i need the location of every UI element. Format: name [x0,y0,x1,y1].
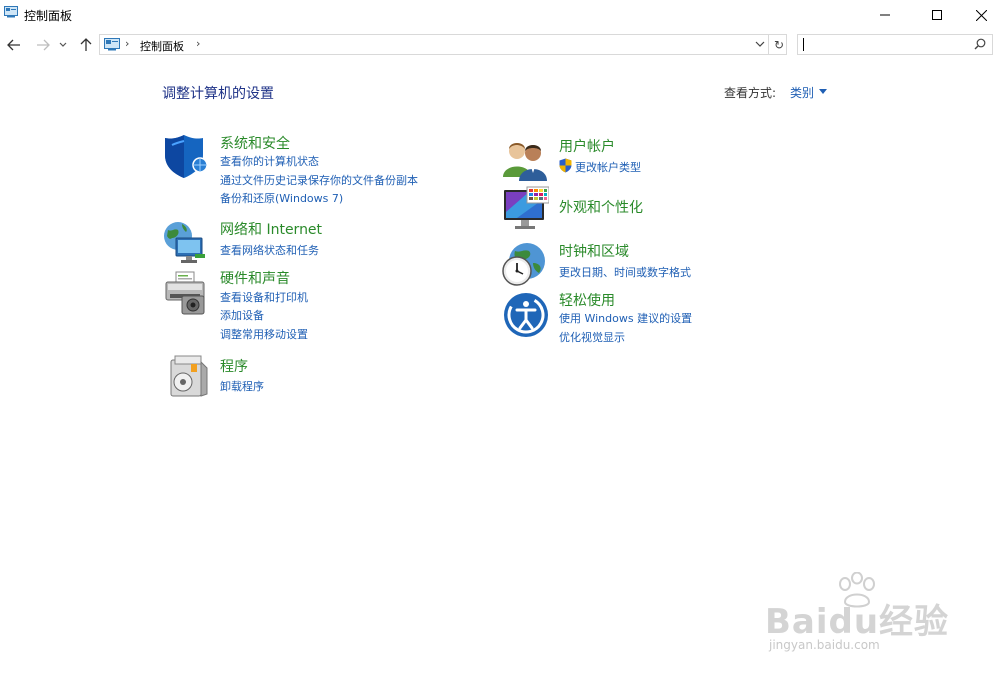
category-clock-region-title[interactable]: 时钟和区域 [559,241,629,261]
breadcrumb-separator-icon[interactable]: › [196,37,200,50]
title-bar: 控制面板 [0,0,1000,30]
link-change-date-time-format[interactable]: 更改日期、时间或数字格式 [559,264,691,280]
up-arrow-icon [80,38,92,51]
clock-globe-icon[interactable] [501,241,547,287]
search-input[interactable] [797,34,993,55]
refresh-icon: ↻ [773,37,785,52]
address-bar[interactable]: › 控制面板 › ↻ [99,34,787,55]
category-programs-title[interactable]: 程序 [220,356,248,376]
link-uninstall-program[interactable]: 卸载程序 [220,378,264,394]
network-globe-icon[interactable] [162,218,208,264]
address-dropdown-icon[interactable] [755,37,765,51]
printer-icon[interactable] [162,270,208,316]
control-panel-icon [4,6,18,18]
forward-arrow-icon [37,39,50,51]
users-icon[interactable] [503,137,549,183]
search-icon[interactable] [974,38,986,50]
breadcrumb-separator-icon: › [125,37,130,50]
link-file-history-backup[interactable]: 通过文件历史记录保存你的文件备份副本 [220,172,418,188]
maximize-button[interactable] [914,0,960,30]
shield-icon[interactable] [162,133,208,179]
recent-locations-button[interactable] [56,33,70,57]
navigation-bar: › 控制面板 › ↻ [0,33,1000,57]
programs-disc-icon[interactable] [165,354,211,400]
text-caret [803,38,804,51]
forward-button[interactable] [33,33,53,57]
minimize-icon [880,14,890,16]
link-add-device[interactable]: 添加设备 [220,307,264,323]
category-appearance-title[interactable]: 外观和个性化 [559,197,643,217]
category-system-security-title[interactable]: 系统和安全 [220,133,290,153]
watermark-brand: Baidu经验 [765,602,950,642]
link-change-account-type[interactable]: 更改帐户类型 [575,159,641,175]
link-devices-printers[interactable]: 查看设备和打印机 [220,289,308,305]
control-panel-icon [104,38,120,51]
link-recommended-settings[interactable]: 使用 Windows 建议的设置 [559,310,692,326]
chevron-down-icon [59,42,67,47]
refresh-button[interactable]: ↻ [768,35,789,54]
monitor-palette-icon[interactable] [503,186,549,232]
back-arrow-icon [7,39,20,51]
close-icon [975,9,987,21]
back-button[interactable] [4,33,24,57]
link-view-computer-status[interactable]: 查看你的计算机状态 [220,153,319,169]
baidu-jingyan-watermark: Baidu经验 jingyan.baidu.com [765,568,965,658]
view-by-label: 查看方式: [724,86,777,100]
link-mobility-settings[interactable]: 调整常用移动设置 [220,326,308,342]
maximize-icon [932,10,942,20]
link-optimize-visual-display[interactable]: 优化视觉显示 [559,329,625,345]
view-by-dropdown[interactable]: 类别 [790,84,814,101]
up-button[interactable] [76,33,96,57]
category-network-internet-title[interactable]: 网络和 Internet [220,219,322,239]
link-backup-restore[interactable]: 备份和还原(Windows 7) [220,190,343,206]
breadcrumb-control-panel[interactable]: 控制面板 [140,38,184,54]
minimize-button[interactable] [862,0,908,30]
window-title: 控制面板 [24,9,73,23]
view-by-arrow-icon[interactable] [819,89,827,94]
page-title: 调整计算机的设置 [162,86,274,102]
uac-shield-icon [559,158,572,173]
link-view-network-status[interactable]: 查看网络状态和任务 [220,242,319,258]
close-button[interactable] [958,0,1000,30]
ease-of-access-icon[interactable] [503,292,549,338]
category-ease-of-access-title[interactable]: 轻松使用 [559,290,615,310]
category-user-accounts-title[interactable]: 用户帐户 [559,136,615,156]
watermark-url: jingyan.baidu.com [769,638,880,652]
category-hardware-sound-title[interactable]: 硬件和声音 [220,268,290,288]
